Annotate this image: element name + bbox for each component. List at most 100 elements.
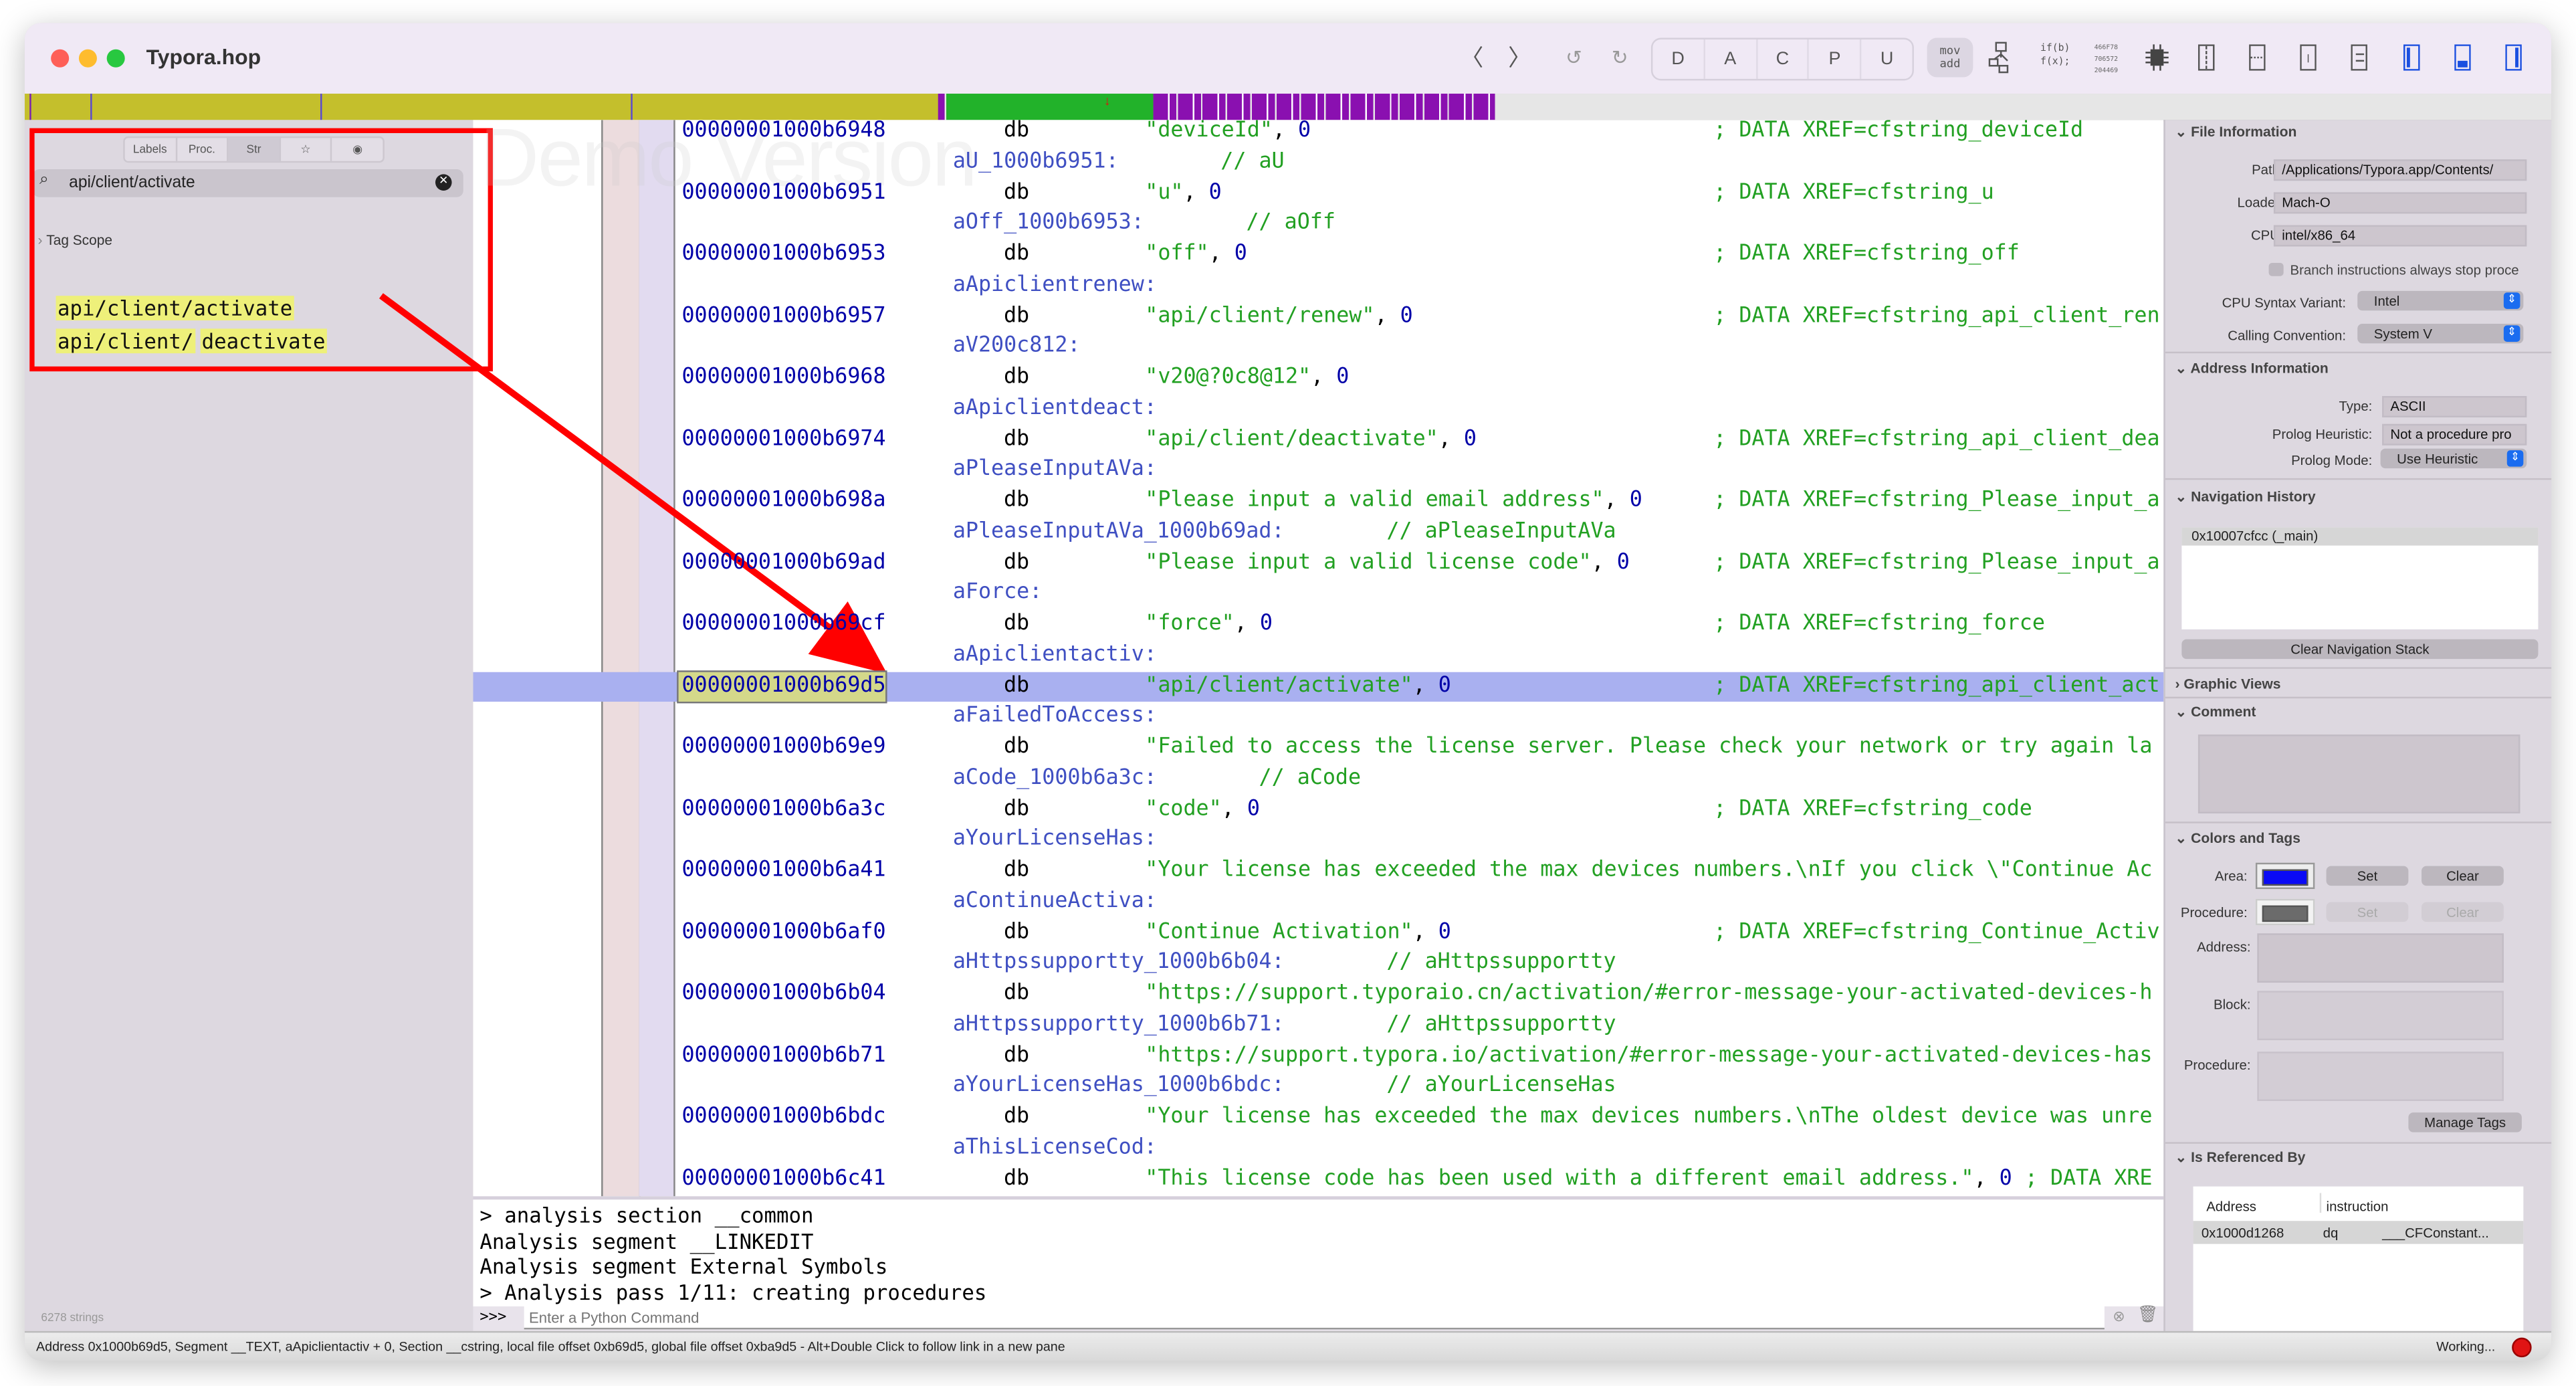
address: 00000001000b6a3c bbox=[681, 796, 886, 821]
label-line[interactable]: aYourLicenseHas_1000b6bdc: // aYourLicens… bbox=[473, 1072, 2164, 1102]
label-name: aContinueActiva: bbox=[952, 888, 1157, 914]
instruction-line[interactable]: 00000001000b6b04 db "https://support.typor… bbox=[473, 979, 2164, 1010]
label-line[interactable]: aHttpssupportty_1000b6b04: // aHttpssuppo… bbox=[473, 949, 2164, 979]
label-line[interactable]: aHttpssupportty_1000b6b71: // aHttpssuppo… bbox=[473, 1010, 2164, 1041]
operand: "api/client/deactivate", 0 bbox=[1145, 425, 1477, 456]
label-comment: // aHttpssupportty bbox=[1386, 1011, 1616, 1037]
label-line[interactable]: aThisLicenseCod: bbox=[473, 1133, 2164, 1164]
address: 00000001000b6948 bbox=[681, 120, 886, 143]
xref-comment: ; DATA XREF=cfstring_force bbox=[1713, 611, 2045, 636]
string-literal: "u" bbox=[1145, 179, 1184, 205]
instruction-line[interactable]: 00000001000b6951 db "u", 0 ; DATA XREF=cfst… bbox=[473, 179, 2164, 209]
terminator: 0 bbox=[1463, 426, 1477, 452]
label-comment: // aPleaseInputAVa bbox=[1386, 518, 1616, 544]
mnemonic: db bbox=[1003, 1042, 1030, 1068]
label-name: aU_1000b6951: bbox=[952, 148, 1119, 174]
terminator: 0 bbox=[1208, 179, 1222, 205]
instruction-line[interactable]: 00000001000b6b71 db "https://support.typor… bbox=[473, 1041, 2164, 1072]
screen: Typora.hop 〈 〉 ↺ ↻ D A C P U mov add if(b… bbox=[0, 0, 2576, 1386]
instruction-line[interactable]: 00000001000b69cf db "force", 0 ; DATA XREF=… bbox=[473, 609, 2164, 640]
operand: "https://support.typoraio.cn/activation/… bbox=[1145, 979, 2152, 1010]
instruction-line[interactable]: 00000001000b6c41 db "This license code has… bbox=[473, 1165, 2164, 1195]
address: 00000001000b6957 bbox=[681, 303, 886, 328]
instruction-line[interactable]: 00000001000b6a3c db "code", 0 ; DATA XREF=c… bbox=[473, 795, 2164, 825]
label-name: aForce: bbox=[952, 580, 1043, 605]
label-name: aYourLicenseHas: bbox=[952, 827, 1157, 852]
string-literal: "Your license has exceeded the max devic… bbox=[1145, 1104, 2153, 1129]
instruction-line[interactable]: 00000001000b69ad db "Please input a valid … bbox=[473, 548, 2164, 579]
mnemonic: db bbox=[1003, 858, 1030, 883]
instruction-line[interactable]: 00000001000b69e9 db "Failed to access the … bbox=[473, 733, 2164, 764]
mnemonic: db bbox=[1003, 488, 1030, 513]
punctuation: , bbox=[1412, 919, 1438, 945]
operand: "Your license has exceeded the max devic… bbox=[1145, 1102, 2152, 1133]
label-line[interactable]: aU_1000b6951: // aU bbox=[473, 147, 2164, 178]
address: 00000001000b6968 bbox=[681, 365, 886, 390]
xref-comment: ; DATA XREF=cfstring_api_client_act bbox=[1713, 672, 2160, 698]
label-line[interactable]: aPleaseInputAVa: bbox=[473, 456, 2164, 486]
string-literal: "code" bbox=[1145, 796, 1222, 821]
operand: "deviceId", 0 bbox=[1145, 120, 1311, 147]
punctuation: , bbox=[1311, 365, 1337, 390]
address: 00000001000b69ad bbox=[681, 549, 886, 575]
mnemonic: db bbox=[1003, 796, 1030, 821]
punctuation: , bbox=[1973, 1165, 2000, 1191]
label-line[interactable]: aApiclientrenew: bbox=[473, 271, 2164, 302]
label-name: aCode_1000b6a3c: bbox=[952, 765, 1157, 791]
instruction-line[interactable]: 00000001000b6953 db "off", 0 ; DATA XREF=cf… bbox=[473, 240, 2164, 271]
label-line[interactable]: aOff_1000b6953: // aOff bbox=[473, 209, 2164, 240]
punctuation: , bbox=[1221, 796, 1247, 821]
label-line[interactable]: aCode_1000b6a3c: // aCode bbox=[473, 764, 2164, 795]
instruction-line[interactable]: 00000001000b69d5 db "api/client/activate",… bbox=[473, 670, 2164, 704]
operand: "This license code has been used with a … bbox=[1145, 1165, 2152, 1195]
address: 00000001000b6953 bbox=[681, 241, 886, 266]
xref-comment: ; DATA XREF=cfstring_Continue_Activ bbox=[1713, 919, 2160, 945]
label-line[interactable]: aApiclientactiv: bbox=[473, 640, 2164, 671]
instruction-line[interactable]: 00000001000b6a41 db "Your license has exce… bbox=[473, 856, 2164, 887]
operand: "Your license has exceeded the max devic… bbox=[1145, 856, 2152, 887]
label-name: aHttpssupportty_1000b6b71: bbox=[952, 1011, 1285, 1037]
punctuation: , bbox=[1438, 426, 1464, 452]
mnemonic: db bbox=[1003, 981, 1030, 1006]
address: 00000001000b6af0 bbox=[681, 919, 886, 945]
label-name: aApiclientdeact: bbox=[952, 395, 1157, 421]
disassembly-view[interactable]: Demo Version 00000001000b6948 db "deviceId… bbox=[473, 120, 2164, 1197]
label-line[interactable]: aFailedToAccess: bbox=[473, 702, 2164, 733]
label-line[interactable]: aYourLicenseHas: bbox=[473, 825, 2164, 856]
label-line[interactable]: aV200c812: bbox=[473, 332, 2164, 363]
string-literal: "Please input a valid email address" bbox=[1145, 488, 1604, 513]
terminator: 0 bbox=[1438, 672, 1451, 698]
code-lines: 00000001000b6948 db "deviceId", 0 ; DATA XR… bbox=[473, 120, 2164, 1196]
operand: "code", 0 bbox=[1145, 795, 1260, 825]
instruction-line[interactable]: 00000001000b6957 db "api/client/renew", 0;… bbox=[473, 302, 2164, 332]
punctuation: , bbox=[1374, 303, 1400, 328]
label-comment: // aU bbox=[1220, 148, 1285, 174]
label-line[interactable]: aContinueActiva: bbox=[473, 887, 2164, 918]
string-literal: "https://support.typoraio.cn/activation/… bbox=[1145, 981, 2153, 1006]
instruction-line[interactable]: 00000001000b6968 db "v20@?0c8@12", 0 bbox=[473, 363, 2164, 394]
mnemonic: db bbox=[1003, 734, 1030, 759]
instruction-line[interactable]: 00000001000b6974 db "api/client/deactivate… bbox=[473, 425, 2164, 456]
instruction-line[interactable]: 00000001000b6af0 db "Continue Activation",… bbox=[473, 918, 2164, 949]
label-line[interactable]: aForce: bbox=[473, 579, 2164, 609]
label-comment: // aYourLicenseHas bbox=[1386, 1073, 1616, 1098]
instruction-line[interactable]: 00000001000b6bdc db "Your license has exce… bbox=[473, 1102, 2164, 1133]
label-comment: // aHttpssupportty bbox=[1386, 950, 1616, 975]
operand: "api/client/activate", 0 bbox=[1145, 672, 1451, 702]
address: 00000001000b6c41 bbox=[681, 1165, 886, 1191]
instruction-line[interactable]: 00000001000b698a db "Please input a valid … bbox=[473, 486, 2164, 517]
string-literal: "Continue Activation" bbox=[1145, 919, 1413, 945]
xref-comment: ; DATA XREF=cfstring_code bbox=[1713, 796, 2032, 821]
operand: "api/client/renew", 0 bbox=[1145, 302, 1412, 332]
mnemonic: db bbox=[1003, 1104, 1030, 1129]
string-literal: "https://support.typora.io/activation/#e… bbox=[1145, 1042, 2153, 1068]
terminator: 0 bbox=[1247, 796, 1260, 821]
terminator: 0 bbox=[1438, 919, 1451, 945]
label-line[interactable]: aPleaseInputAVa_1000b69ad: // aPleaseInpu… bbox=[473, 517, 2164, 548]
label-line[interactable]: aApiclientdeact: bbox=[473, 394, 2164, 425]
string-literal: "api/client/renew" bbox=[1145, 303, 1375, 328]
address: 00000001000b6b04 bbox=[681, 981, 886, 1006]
label-name: aHttpssupportty_1000b6b04: bbox=[952, 950, 1285, 975]
instruction-line[interactable]: 00000001000b6948 db "deviceId", 0 ; DATA XR… bbox=[473, 120, 2164, 147]
